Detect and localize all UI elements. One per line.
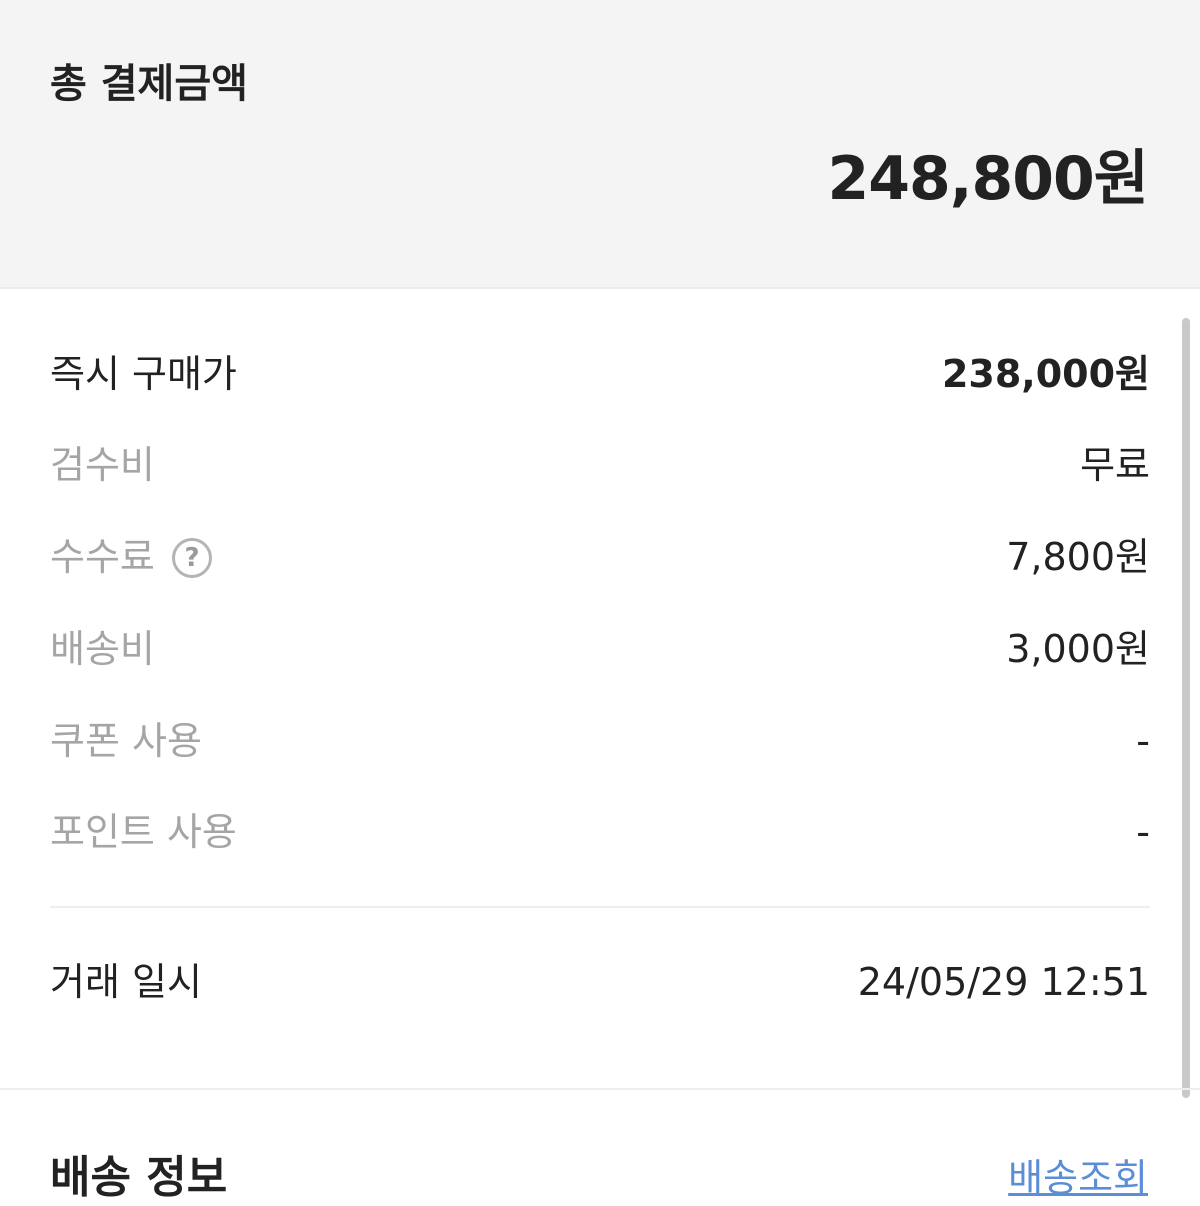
transaction-datetime-label: 거래 일시 [50,960,202,1004]
help-icon[interactable]: ? [172,538,212,578]
point-usage-value: - [1136,810,1150,854]
coupon-usage-label: 쿠폰 사용 [50,719,202,763]
instant-purchase-price-value: 238,000원 [941,352,1150,396]
shipping-fee-row: 배송비 3,000원 [50,621,1150,677]
shipping-fee-value: 3,000원 [1006,627,1150,671]
inspection-fee-row: 검수비 무료 [50,437,1150,493]
transaction-datetime-value: 24/05/29 12:51 [857,960,1150,1004]
commission-fee-label: 수수료 [50,535,155,579]
coupon-usage-value: - [1136,719,1150,763]
section-separator [0,1088,1200,1090]
total-payment-title: 총 결제금액 [50,61,248,107]
scrollbar[interactable] [1182,318,1190,1098]
commission-fee-value: 7,800원 [1006,535,1150,579]
total-payment-amount: 248,800원 [827,144,1149,214]
commission-fee-row: 수수료 ? 7,800원 [50,529,1150,585]
point-usage-label: 포인트 사용 [50,810,237,854]
delivery-info-title: 배송 정보 [50,1152,228,1203]
coupon-usage-row: 쿠폰 사용 - [50,713,1150,769]
shipping-fee-label: 배송비 [50,627,155,671]
point-usage-row: 포인트 사용 - [50,804,1150,860]
inspection-fee-label: 검수비 [50,443,155,487]
instant-purchase-price-row: 즉시 구매가 238,000원 [50,346,1150,402]
instant-purchase-price-label: 즉시 구매가 [50,352,237,396]
transaction-datetime-row: 거래 일시 24/05/29 12:51 [50,954,1150,1010]
track-delivery-link[interactable]: 배송조회 [1008,1150,1148,1206]
divider [50,906,1150,908]
inspection-fee-value: 무료 [1080,443,1150,487]
total-payment-summary: 총 결제금액 248,800원 [0,0,1200,289]
